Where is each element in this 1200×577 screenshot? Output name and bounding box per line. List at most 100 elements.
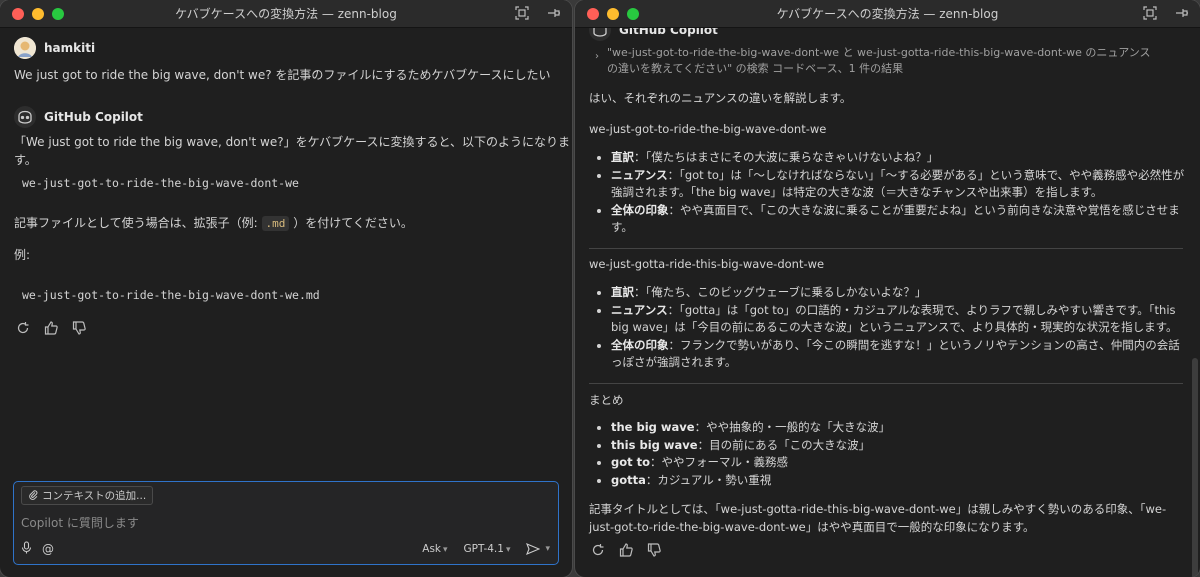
intro-text: はい、それぞれのニュアンスの違いを解説します。 (589, 91, 852, 105)
section1-heading: we-just-got-to-ride-the-big-wave-dont-we (589, 122, 827, 136)
fullscreen-icon[interactable] (1142, 5, 1158, 21)
minimize-window-button[interactable] (32, 8, 44, 20)
code-block-kebab[interactable]: we-just-got-to-ride-the-big-wave-dont-we (14, 176, 299, 190)
list-item: 直訳：「僕たちはまさにその大波に乗らなきゃいけないよね？」 (611, 149, 1191, 167)
extension-note-before: 記事ファイルとして使う場合は、拡張子（例: (14, 216, 258, 230)
section1-list: 直訳：「僕たちはまさにその大波に乗らなきゃいけないよね？」 ニュアンス：「got… (589, 149, 1191, 237)
copilot-header: GitHub Copilot (589, 28, 718, 41)
close-window-button[interactable] (587, 8, 599, 20)
mode-label: Ask (422, 543, 441, 555)
item-label: 全体の印象 (611, 337, 669, 352)
item-label: 直訳 (611, 285, 634, 299)
copilot-icon (589, 28, 611, 41)
chevron-down-icon: ▾ (443, 545, 448, 555)
window-controls (587, 8, 639, 20)
close-window-button[interactable] (12, 8, 24, 20)
scrollbar[interactable] (1192, 358, 1198, 577)
titlebar: ケバブケースへの変換方法 — zenn-blog (0, 0, 572, 28)
list-item: this big wave：目の前にある「この大きな波」 (611, 437, 1191, 455)
mention-icon[interactable]: @ (42, 542, 54, 556)
thumbs-up-icon[interactable] (619, 543, 635, 559)
item-text: ：やや抽象的・一般的な「大きな波」 (694, 420, 891, 434)
example-label: 例: (14, 248, 31, 262)
chat-input-placeholder[interactable]: Copilot に質問します (21, 514, 139, 531)
item-text: ：「got to」は「〜しなければならない」「〜する必要がある」という意味で、や… (611, 167, 1185, 200)
user-name: hamkiti (44, 41, 96, 55)
retry-icon[interactable] (16, 321, 32, 337)
response-actions (591, 543, 663, 559)
copilot-header: GitHub Copilot (14, 106, 143, 128)
thumbs-down-icon[interactable] (647, 543, 663, 559)
copilot-intro: 「We just got to ride the big wave, don't… (14, 135, 571, 167)
item-label: 直訳 (611, 150, 634, 164)
item-text: ：やや真面目で、「この大きな波に乗ることが重要だよね」という前向きな決意や覚悟を… (611, 202, 1180, 235)
section2-list: 直訳：「俺たち、このビッグウェーブに乗るしかないよな？」 ニュアンス：「gott… (589, 284, 1191, 372)
summary-list: the big wave：やや抽象的・一般的な「大きな波」 this big w… (589, 419, 1191, 489)
extension-inline-code: .md (261, 216, 290, 231)
thumbs-down-icon[interactable] (72, 321, 88, 337)
search-reference[interactable]: › "we-just-got-to-ride-the-big-wave-dont… (595, 45, 1155, 77)
window-title: ケバブケースへの変換方法 — zenn-blog (776, 7, 999, 21)
item-label: ニュアンス (611, 302, 668, 317)
fullscreen-icon[interactable] (514, 5, 530, 21)
item-label: ニュアンス (611, 167, 668, 182)
item-text: ：「gotta」は「got to」の口語的・カジュアルな表現で、よりラフで親しみ… (611, 302, 1178, 335)
item-text: ：フランクで勢いがあり、「今この瞬間を逃すな！」というノリやテンションの高さ、仲… (611, 337, 1180, 370)
chevron-down-icon: ▾ (545, 544, 550, 554)
add-context-button[interactable]: コンテキストの追加... (21, 486, 154, 505)
model-label: GPT-4.1 (463, 543, 504, 555)
add-context-label: コンテキストの追加... (42, 490, 147, 502)
list-item: ニュアンス：「got to」は「〜しなければならない」「〜する必要がある」という… (611, 167, 1191, 202)
window-title: ケバブケースへの変換方法 — zenn-blog (175, 7, 397, 21)
list-item: gotta：カジュアル・勢い重視 (611, 472, 1191, 490)
copilot-name: GitHub Copilot (619, 28, 718, 37)
user-message: We just got to ride the big wave, don't … (14, 68, 551, 82)
user-message-header: hamkiti (14, 37, 95, 59)
titlebar: ケバブケースへの変換方法 — zenn-blog (575, 0, 1200, 28)
window-controls (12, 8, 64, 20)
section2-heading: we-just-gotta-ride-this-big-wave-dont-we (589, 257, 825, 271)
minimize-window-button[interactable] (607, 8, 619, 20)
microphone-icon[interactable] (21, 541, 32, 557)
list-item: the big wave：やや抽象的・一般的な「大きな波」 (611, 419, 1191, 437)
item-label: gotta (611, 472, 646, 487)
chevron-right-icon: › (595, 51, 599, 62)
list-item: 全体の印象：やや真面目で、「この大きな波に乗ることが重要だよね」という前向きな決… (611, 202, 1191, 237)
retry-icon[interactable] (591, 543, 607, 559)
model-selector[interactable]: GPT-4.1 ▾ (464, 543, 511, 555)
chevron-down-icon: ▾ (505, 545, 511, 555)
item-text: ：ややフォーマル・義務感 (650, 455, 789, 469)
chat-content: GitHub Copilot › "we-just-got-to-ride-th… (575, 28, 1200, 577)
item-label: 全体の印象 (611, 202, 669, 217)
thumbs-up-icon[interactable] (44, 321, 60, 337)
send-button[interactable]: ▾ (526, 543, 550, 555)
extension-note-after: ）を付けてください。 (293, 216, 413, 230)
search-reference-text: "we-just-got-to-ride-the-big-wave-dont-w… (607, 46, 1151, 75)
maximize-window-button[interactable] (627, 8, 639, 20)
send-icon (526, 543, 541, 555)
item-text: ：「僕たちはまさにその大波に乗らなきゃいけないよね？」 (634, 150, 939, 164)
chat-input-box[interactable]: コンテキストの追加... Copilot に質問します @ Ask ▾ GPT-4… (13, 481, 559, 565)
list-item: 直訳：「俺たち、このビッグウェーブに乗るしかないよな？」 (611, 284, 1191, 302)
pin-icon[interactable] (546, 5, 562, 21)
item-text: ：カジュアル・勢い重視 (645, 472, 772, 487)
user-avatar (14, 37, 36, 59)
item-label: got to (611, 455, 651, 469)
maximize-window-button[interactable] (52, 8, 64, 20)
item-label: this big wave (611, 437, 698, 452)
copilot-icon (14, 106, 36, 128)
list-item: ニュアンス：「gotta」は「got to」の口語的・カジュアルな表現で、よりラ… (611, 302, 1191, 337)
response-actions (16, 321, 88, 337)
code-block-filename[interactable]: we-just-got-to-ride-the-big-wave-dont-we… (14, 288, 320, 302)
summary-heading: まとめ (589, 393, 624, 407)
list-item: got to：ややフォーマル・義務感 (611, 454, 1191, 472)
copilot-name: GitHub Copilot (44, 110, 143, 124)
divider (589, 383, 1183, 384)
item-text: ：「俺たち、このビッグウェーブに乗るしかないよな？」 (634, 285, 927, 299)
divider (589, 248, 1183, 249)
pin-icon[interactable] (1174, 5, 1190, 21)
paperclip-icon (28, 489, 38, 503)
mode-selector[interactable]: Ask ▾ (422, 543, 447, 555)
chat-window-right: ケバブケースへの変換方法 — zenn-blog GitHub Copilot … (575, 0, 1200, 577)
conclusion-text: 記事タイトルとしては、「we-just-gotta-ride-this-big-… (589, 502, 1167, 534)
